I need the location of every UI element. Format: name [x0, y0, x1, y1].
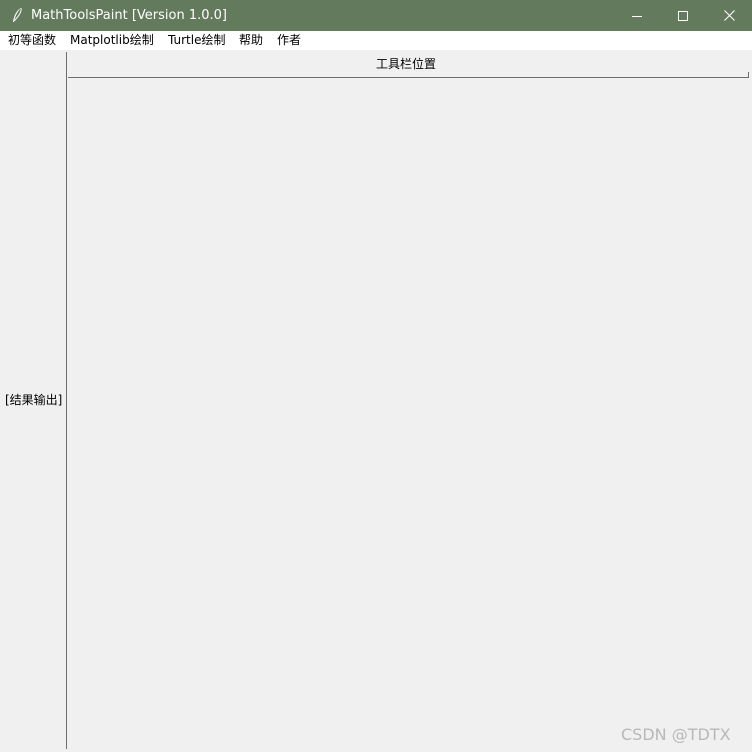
menu-turtle-draw[interactable]: Turtle绘制 — [168, 33, 225, 48]
app-window: MathToolsPaint [Version 1.0.0] 初等函数 Matp… — [0, 0, 752, 752]
close-icon — [723, 10, 735, 21]
menu-author[interactable]: 作者 — [277, 33, 301, 48]
menu-elementary-functions[interactable]: 初等函数 — [8, 33, 56, 48]
menu-help[interactable]: 帮助 — [239, 33, 263, 48]
watermark: CSDN @TDTX — [621, 725, 731, 744]
feather-icon — [13, 7, 22, 22]
result-output-label: [结果输出] — [5, 393, 63, 407]
window-title: MathToolsPaint [Version 1.0.0] — [31, 8, 228, 23]
title-bar[interactable]: MathToolsPaint [Version 1.0.0] — [0, 0, 752, 31]
toolbar-label: 工具栏位置 — [376, 57, 437, 71]
minimize-icon — [632, 15, 642, 17]
toolbar-area: 工具栏位置 — [68, 52, 749, 78]
close-button[interactable] — [706, 0, 752, 31]
minimize-button[interactable] — [614, 0, 660, 31]
toolbar-separator — [68, 77, 749, 78]
maximize-icon — [678, 10, 688, 21]
maximize-button[interactable] — [660, 0, 706, 31]
menu-matplotlib-draw[interactable]: Matplotlib绘制 — [70, 33, 154, 48]
menu-bar: 初等函数 Matplotlib绘制 Turtle绘制 帮助 作者 — [0, 31, 752, 50]
result-panel-divider — [66, 52, 67, 749]
toolbar-separator-tick — [748, 72, 749, 78]
main-canvas[interactable] — [68, 80, 749, 748]
